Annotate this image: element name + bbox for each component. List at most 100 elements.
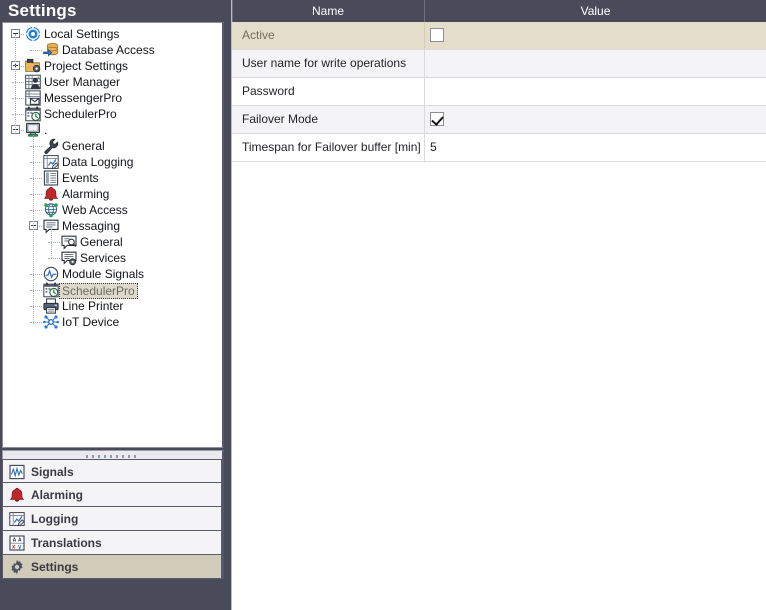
tree-item[interactable]: Line Printer xyxy=(3,298,222,314)
tree-connector xyxy=(30,50,42,52)
tree-item[interactable]: MessengerPro xyxy=(3,90,222,106)
tree-item[interactable]: Project Settings xyxy=(3,58,222,74)
row-name-cell: Password xyxy=(242,84,295,98)
nav-item-label: Translations xyxy=(31,536,102,550)
tree-connector xyxy=(48,258,60,260)
line-printer-icon xyxy=(43,298,59,314)
table-body: Active User name for write operations Pass… xyxy=(232,22,766,162)
svg-text:A: A xyxy=(18,538,22,544)
column-header-value[interactable]: Value xyxy=(425,0,766,22)
nav-item-logging[interactable]: Logging xyxy=(2,507,222,531)
tree-item-label: . xyxy=(44,123,48,137)
tree-item[interactable]: General xyxy=(3,138,222,154)
row-name-cell: User name for write operations xyxy=(242,56,407,70)
tree-connector xyxy=(30,306,42,308)
wrench-icon xyxy=(43,138,59,154)
table-row[interactable]: Active xyxy=(232,22,766,50)
tree-item-label: Local Settings xyxy=(44,27,120,41)
tree-connector xyxy=(39,226,42,228)
tree-item[interactable]: Database Access xyxy=(3,42,222,58)
tree-item-label: SchedulerPro xyxy=(44,107,117,121)
tree-item[interactable]: Alarming xyxy=(3,186,222,202)
row-value-checkbox[interactable] xyxy=(430,112,444,126)
tree-item[interactable]: Services xyxy=(3,250,222,266)
gear-icon xyxy=(9,559,25,575)
user-manager-icon xyxy=(25,74,41,90)
column-header-name[interactable]: Name xyxy=(232,0,424,22)
tree-connector xyxy=(33,130,35,324)
tree-connector xyxy=(15,34,17,132)
tree-connector xyxy=(30,274,42,276)
nav-item-label: Signals xyxy=(31,465,74,479)
messenger-icon xyxy=(25,90,41,106)
tree-item-label: Module Signals xyxy=(62,267,145,281)
page-title: Settings xyxy=(8,1,77,20)
row-column-separator xyxy=(424,134,425,161)
tree-item-label: Database Access xyxy=(62,43,155,57)
tree-connector xyxy=(30,194,42,196)
nav-item-label: Settings xyxy=(31,560,79,574)
tree-item[interactable]: User Manager xyxy=(3,74,222,90)
table-row[interactable]: Failover Mode xyxy=(232,106,766,134)
signals-icon xyxy=(9,464,25,480)
tree-item-label: General xyxy=(80,235,123,249)
tree-item-label: Project Settings xyxy=(44,59,129,73)
nav-item-translations[interactable]: A Ax y Translations xyxy=(2,531,222,555)
row-value-cell[interactable]: 5 xyxy=(430,134,437,161)
bell-red-icon xyxy=(9,487,25,503)
tree-connector xyxy=(21,130,24,132)
scheduler-icon xyxy=(43,282,59,298)
tree-item[interactable]: Messaging xyxy=(3,218,222,234)
properties-table: Name Value Active User name for write ope… xyxy=(231,0,766,610)
tree-connector xyxy=(48,242,60,244)
nav-item-settings[interactable]: Settings xyxy=(2,555,222,579)
row-column-separator xyxy=(424,78,425,105)
tree-item[interactable]: SchedulerPro xyxy=(3,106,222,122)
tree-connector xyxy=(12,114,24,116)
translations-icon: AAxy xyxy=(9,535,25,551)
data-logging-icon xyxy=(43,154,59,170)
settings-tree[interactable]: Local Settings Database Access Project Set… xyxy=(2,22,224,448)
application-window: Settings Local Settings Database Access Pr… xyxy=(0,0,766,610)
tree-item-label: Line Printer xyxy=(62,299,124,313)
table-row[interactable]: User name for write operations xyxy=(232,50,766,78)
tree-item[interactable]: Data Logging xyxy=(3,154,222,170)
tree-item-label: Alarming xyxy=(62,187,110,201)
row-value-checkbox[interactable] xyxy=(430,28,444,42)
tree-item[interactable]: IoT Device xyxy=(3,314,222,330)
table-header-row: Name Value xyxy=(232,0,766,22)
tree-item-label: Messaging xyxy=(62,219,121,233)
table-row[interactable]: Password xyxy=(232,78,766,106)
tree-item[interactable]: Local Settings xyxy=(3,26,222,42)
tree-connector xyxy=(21,34,24,36)
tree-item-label: Web Access xyxy=(62,203,128,217)
tree-connector xyxy=(30,178,42,180)
tree-item[interactable]: Events xyxy=(3,170,222,186)
nav-item-alarming[interactable]: Alarming xyxy=(2,483,222,507)
nav-item-signals[interactable]: Signals xyxy=(2,459,222,483)
scheduler-icon xyxy=(25,106,41,122)
tree-item[interactable]: Module Signals xyxy=(3,266,222,282)
tree-item-label: MessengerPro xyxy=(44,91,123,105)
bell-red-icon xyxy=(43,186,59,202)
row-column-separator xyxy=(424,106,425,133)
tree-item[interactable]: Web Access xyxy=(3,202,222,218)
gear-blue-icon xyxy=(25,26,41,42)
tree-item[interactable]: General xyxy=(3,234,222,250)
tree-item-label: IoT Device xyxy=(62,315,120,329)
bottom-navigation: Signals Alarming Logging A Ax y Translations Se… xyxy=(2,459,224,579)
project-folder-icon xyxy=(25,58,41,74)
row-name-cell: Failover Mode xyxy=(242,112,319,126)
tree-item[interactable]: . xyxy=(3,122,222,138)
nav-item-label: Alarming xyxy=(31,488,84,502)
tree-item-label: User Manager xyxy=(44,75,121,89)
tree-item-label: SchedulerPro xyxy=(59,283,138,299)
tree-item-label: Services xyxy=(80,251,127,265)
table-row[interactable]: Timespan for Failover buffer [min] 5 xyxy=(232,134,766,162)
globe-icon xyxy=(43,202,59,218)
tree-item[interactable]: SchedulerPro xyxy=(3,282,222,299)
database-arrow-icon xyxy=(43,42,59,58)
nav-item-label: Logging xyxy=(31,512,79,526)
tree-connector xyxy=(51,226,53,258)
tree-connector xyxy=(30,322,42,324)
